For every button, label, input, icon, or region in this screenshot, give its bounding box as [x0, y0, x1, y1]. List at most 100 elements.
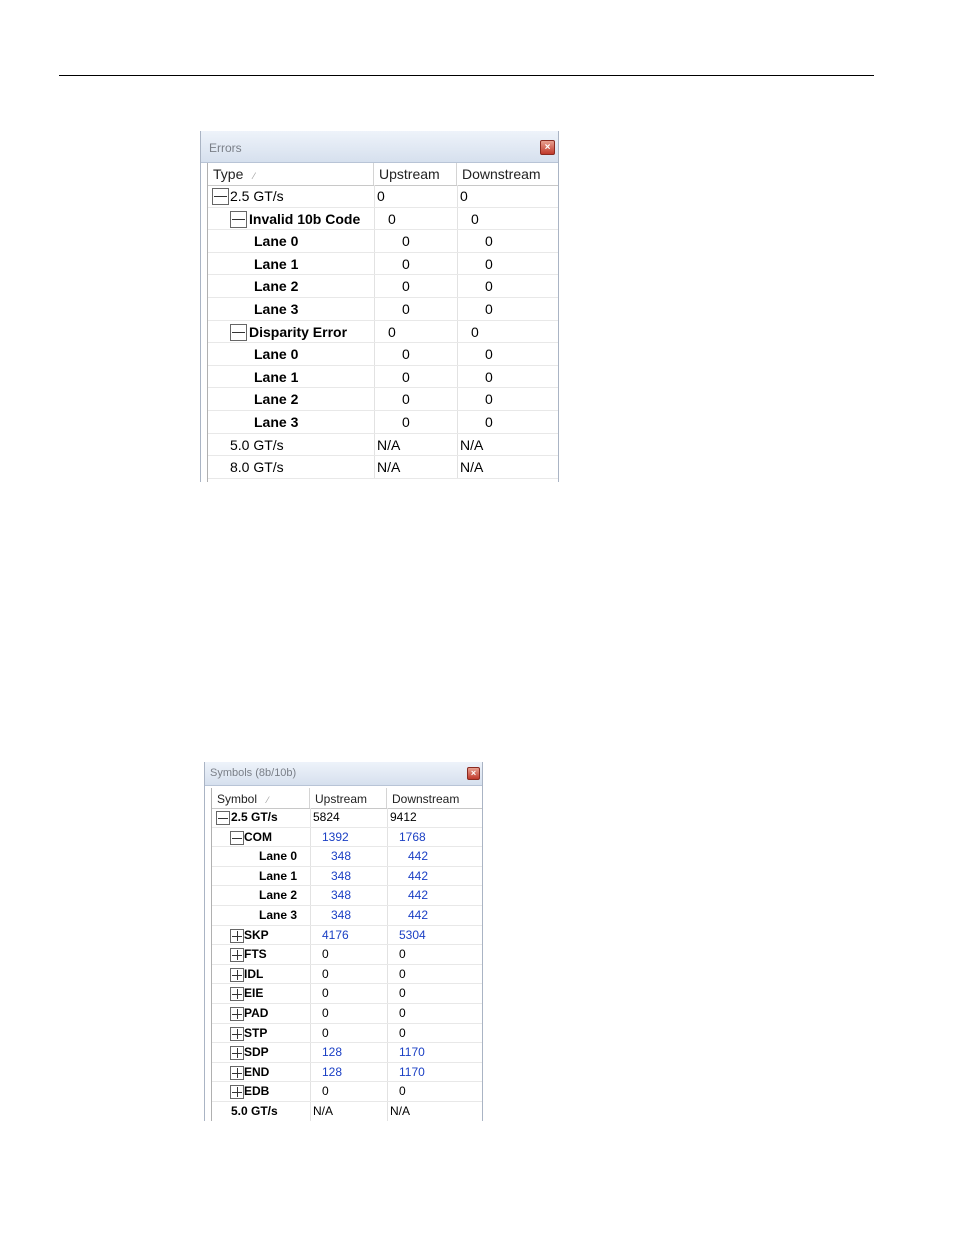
symbols-grid: Symbol ⁄ Upstream Downstream 2.5 GT/s 5824…: [211, 788, 482, 1121]
column-divider: [457, 298, 458, 320]
plus-box-icon[interactable]: [230, 1065, 244, 1080]
column-header-type[interactable]: Type ⁄: [208, 163, 374, 185]
column-divider: [310, 1062, 311, 1082]
table-row[interactable]: Lane 0 0 0: [208, 343, 558, 366]
row-label: 5.0 GT/s: [230, 436, 284, 453]
plus-box-icon[interactable]: [230, 1007, 244, 1021]
downstream-value: 0: [485, 233, 493, 250]
downstream-value: 0: [399, 966, 406, 981]
minus-box-icon[interactable]: [212, 188, 229, 205]
downstream-value: 9412: [390, 810, 417, 824]
upstream-value: 0: [402, 255, 410, 272]
minus-box-icon[interactable]: [230, 210, 247, 228]
column-header-upstream[interactable]: Upstream: [374, 163, 457, 185]
table-row[interactable]: Lane 2 0 0: [208, 388, 558, 411]
close-icon[interactable]: ×: [540, 140, 555, 155]
row-label: Lane 3: [254, 301, 299, 317]
table-row[interactable]: Lane 3 348 442: [212, 906, 482, 926]
column-divider: [457, 411, 458, 433]
plus-box-icon[interactable]: [230, 1046, 244, 1061]
table-row[interactable]: 2.5 GT/s 0 0: [208, 185, 558, 208]
row-label: IDL: [244, 966, 264, 981]
row-label: END: [244, 1064, 270, 1079]
column-divider: [310, 886, 311, 905]
row-label: 8.0 GT/s: [230, 459, 284, 476]
column-divider: [387, 1062, 388, 1082]
row-label: SKP: [244, 927, 269, 942]
table-row[interactable]: Lane 2 0 0: [208, 275, 558, 298]
table-row[interactable]: 5.0 GT/s N/A N/A: [208, 433, 558, 457]
row-label: Lane 3: [254, 414, 299, 430]
column-divider: [387, 925, 388, 945]
column-divider: [310, 827, 311, 847]
column-header-downstream[interactable]: Downstream: [387, 788, 482, 808]
column-divider: [457, 433, 458, 456]
minus-box-icon[interactable]: [216, 811, 230, 825]
column-header-downstream[interactable]: Downstream: [457, 163, 558, 185]
upstream-value: 348: [331, 888, 352, 903]
table-row[interactable]: Lane 0 0 0: [208, 230, 558, 253]
column-divider: [374, 275, 375, 297]
close-icon[interactable]: ×: [467, 767, 480, 780]
downstream-value: 5304: [399, 927, 426, 942]
table-row[interactable]: 8.0 GT/s N/A N/A: [208, 456, 558, 479]
table-row[interactable]: FTS 0 0: [212, 945, 482, 965]
table-row[interactable]: END 128 1170: [212, 1062, 482, 1083]
table-row[interactable]: Lane 0 348 442: [212, 847, 482, 867]
plus-box-icon[interactable]: [230, 1026, 244, 1041]
column-divider: [374, 456, 375, 478]
table-row[interactable]: SDP 128 1170: [212, 1043, 482, 1063]
table-row[interactable]: Disparity Error 0 0: [208, 320, 558, 344]
plus-box-icon[interactable]: [230, 967, 244, 982]
table-row[interactable]: SKP 4176 5304: [212, 925, 482, 946]
table-row[interactable]: PAD 0 0: [212, 1004, 482, 1024]
table-row[interactable]: IDL 0 0: [212, 964, 482, 985]
table-row[interactable]: Invalid 10b Code 0 0: [208, 207, 558, 231]
plus-box-icon[interactable]: [230, 948, 244, 963]
row-label: FTS: [244, 947, 267, 962]
column-divider: [387, 886, 388, 905]
table-row[interactable]: Lane 1 348 442: [212, 866, 482, 887]
upstream-value: 0: [377, 188, 385, 204]
table-row[interactable]: EDB 0 0: [212, 1082, 482, 1102]
upstream-value: 0: [402, 414, 410, 430]
plus-box-icon[interactable]: [230, 928, 244, 943]
table-row[interactable]: 5.0 GT/s N/A N/A: [212, 1102, 482, 1121]
table-row[interactable]: Lane 3 0 0: [208, 411, 558, 434]
downstream-value: 0: [471, 210, 479, 227]
downstream-value: 442: [408, 908, 429, 922]
table-row[interactable]: 2.5 GT/s 5824 9412: [212, 808, 482, 828]
row-label: Lane 1: [259, 868, 298, 883]
upstream-value: 0: [322, 1084, 329, 1099]
plus-box-icon[interactable]: [230, 1085, 244, 1100]
column-header-upstream[interactable]: Upstream: [310, 788, 387, 808]
minus-box-icon[interactable]: [230, 323, 247, 341]
errors-panel-title: Errors: [209, 141, 242, 155]
column-header-symbol[interactable]: Symbol ⁄: [212, 788, 310, 808]
table-row[interactable]: Lane 3 0 0: [208, 298, 558, 321]
upstream-value: 1392: [322, 829, 349, 844]
table-row[interactable]: Lane 2 348 442: [212, 886, 482, 906]
column-divider: [387, 945, 388, 964]
upstream-value: N/A: [377, 436, 401, 453]
column-divider: [374, 320, 375, 343]
table-row[interactable]: Lane 1 0 0: [208, 365, 558, 389]
column-divider: [457, 388, 458, 410]
column-divider: [387, 964, 388, 984]
column-divider: [387, 847, 388, 866]
minus-box-icon[interactable]: [230, 830, 244, 845]
row-label: Lane 2: [254, 391, 299, 408]
downstream-value: 1170: [399, 1064, 425, 1079]
symbols-panel-titlebar[interactable]: Symbols (8b/10b) ×: [205, 762, 482, 786]
column-divider: [374, 207, 375, 230]
upstream-value: 0: [388, 323, 396, 340]
table-row[interactable]: COM 1392 1768: [212, 827, 482, 848]
table-row[interactable]: STP 0 0: [212, 1023, 482, 1044]
table-row[interactable]: Lane 1 0 0: [208, 252, 558, 276]
row-label: Lane 0: [254, 346, 299, 363]
column-divider: [374, 252, 375, 275]
plus-box-icon[interactable]: [230, 987, 244, 1002]
errors-panel-titlebar[interactable]: Errors ×: [201, 131, 558, 163]
row-label: Invalid 10b Code: [249, 210, 361, 227]
table-row[interactable]: EIE 0 0: [212, 984, 482, 1004]
